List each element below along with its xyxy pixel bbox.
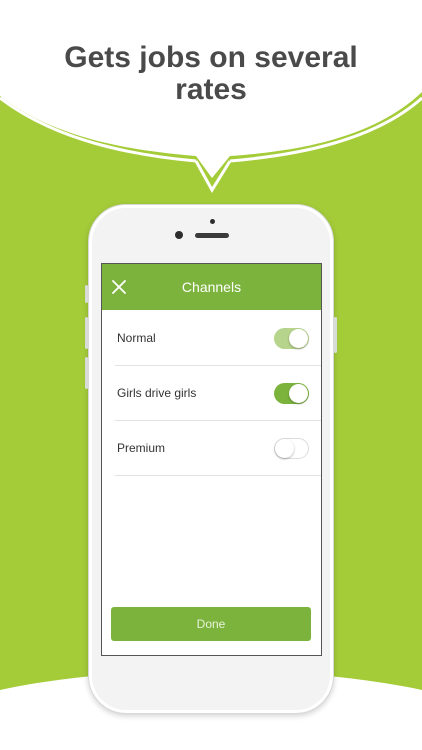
- toggle-knob: [289, 384, 308, 403]
- channel-row-premium: Premium: [115, 421, 321, 476]
- toggle-girls-drive-girls[interactable]: [274, 383, 309, 404]
- nav-bar: Channels: [102, 264, 321, 310]
- phone-sensor: [210, 219, 215, 224]
- toggle-premium[interactable]: [274, 438, 309, 459]
- app-screen: Channels Normal Girls drive girls Premiu…: [101, 263, 322, 656]
- headline-line-2: rates: [175, 73, 247, 106]
- channel-row-normal: Normal: [115, 311, 321, 366]
- channel-row-girls-drive-girls: Girls drive girls: [115, 366, 321, 421]
- channel-label: Premium: [117, 441, 166, 455]
- channel-label: Normal: [117, 331, 156, 345]
- phone-power-button: [334, 317, 337, 353]
- toggle-knob: [289, 329, 308, 348]
- done-button[interactable]: Done: [111, 607, 311, 641]
- phone-camera: [175, 231, 183, 239]
- headline-line-1: Gets jobs on several: [64, 41, 358, 74]
- screen-title: Channels: [181, 279, 242, 295]
- phone-speaker: [195, 233, 229, 238]
- phone-side-button: [85, 285, 88, 303]
- toggle-normal[interactable]: [274, 328, 309, 349]
- channel-label: Girls drive girls: [117, 386, 197, 400]
- phone-volume-down: [85, 357, 88, 389]
- phone-mockup: Channels Normal Girls drive girls Premiu…: [85, 204, 337, 714]
- phone-volume-up: [85, 317, 88, 349]
- toggle-knob: [275, 439, 294, 458]
- headline: Gets jobs on several rates: [0, 42, 422, 106]
